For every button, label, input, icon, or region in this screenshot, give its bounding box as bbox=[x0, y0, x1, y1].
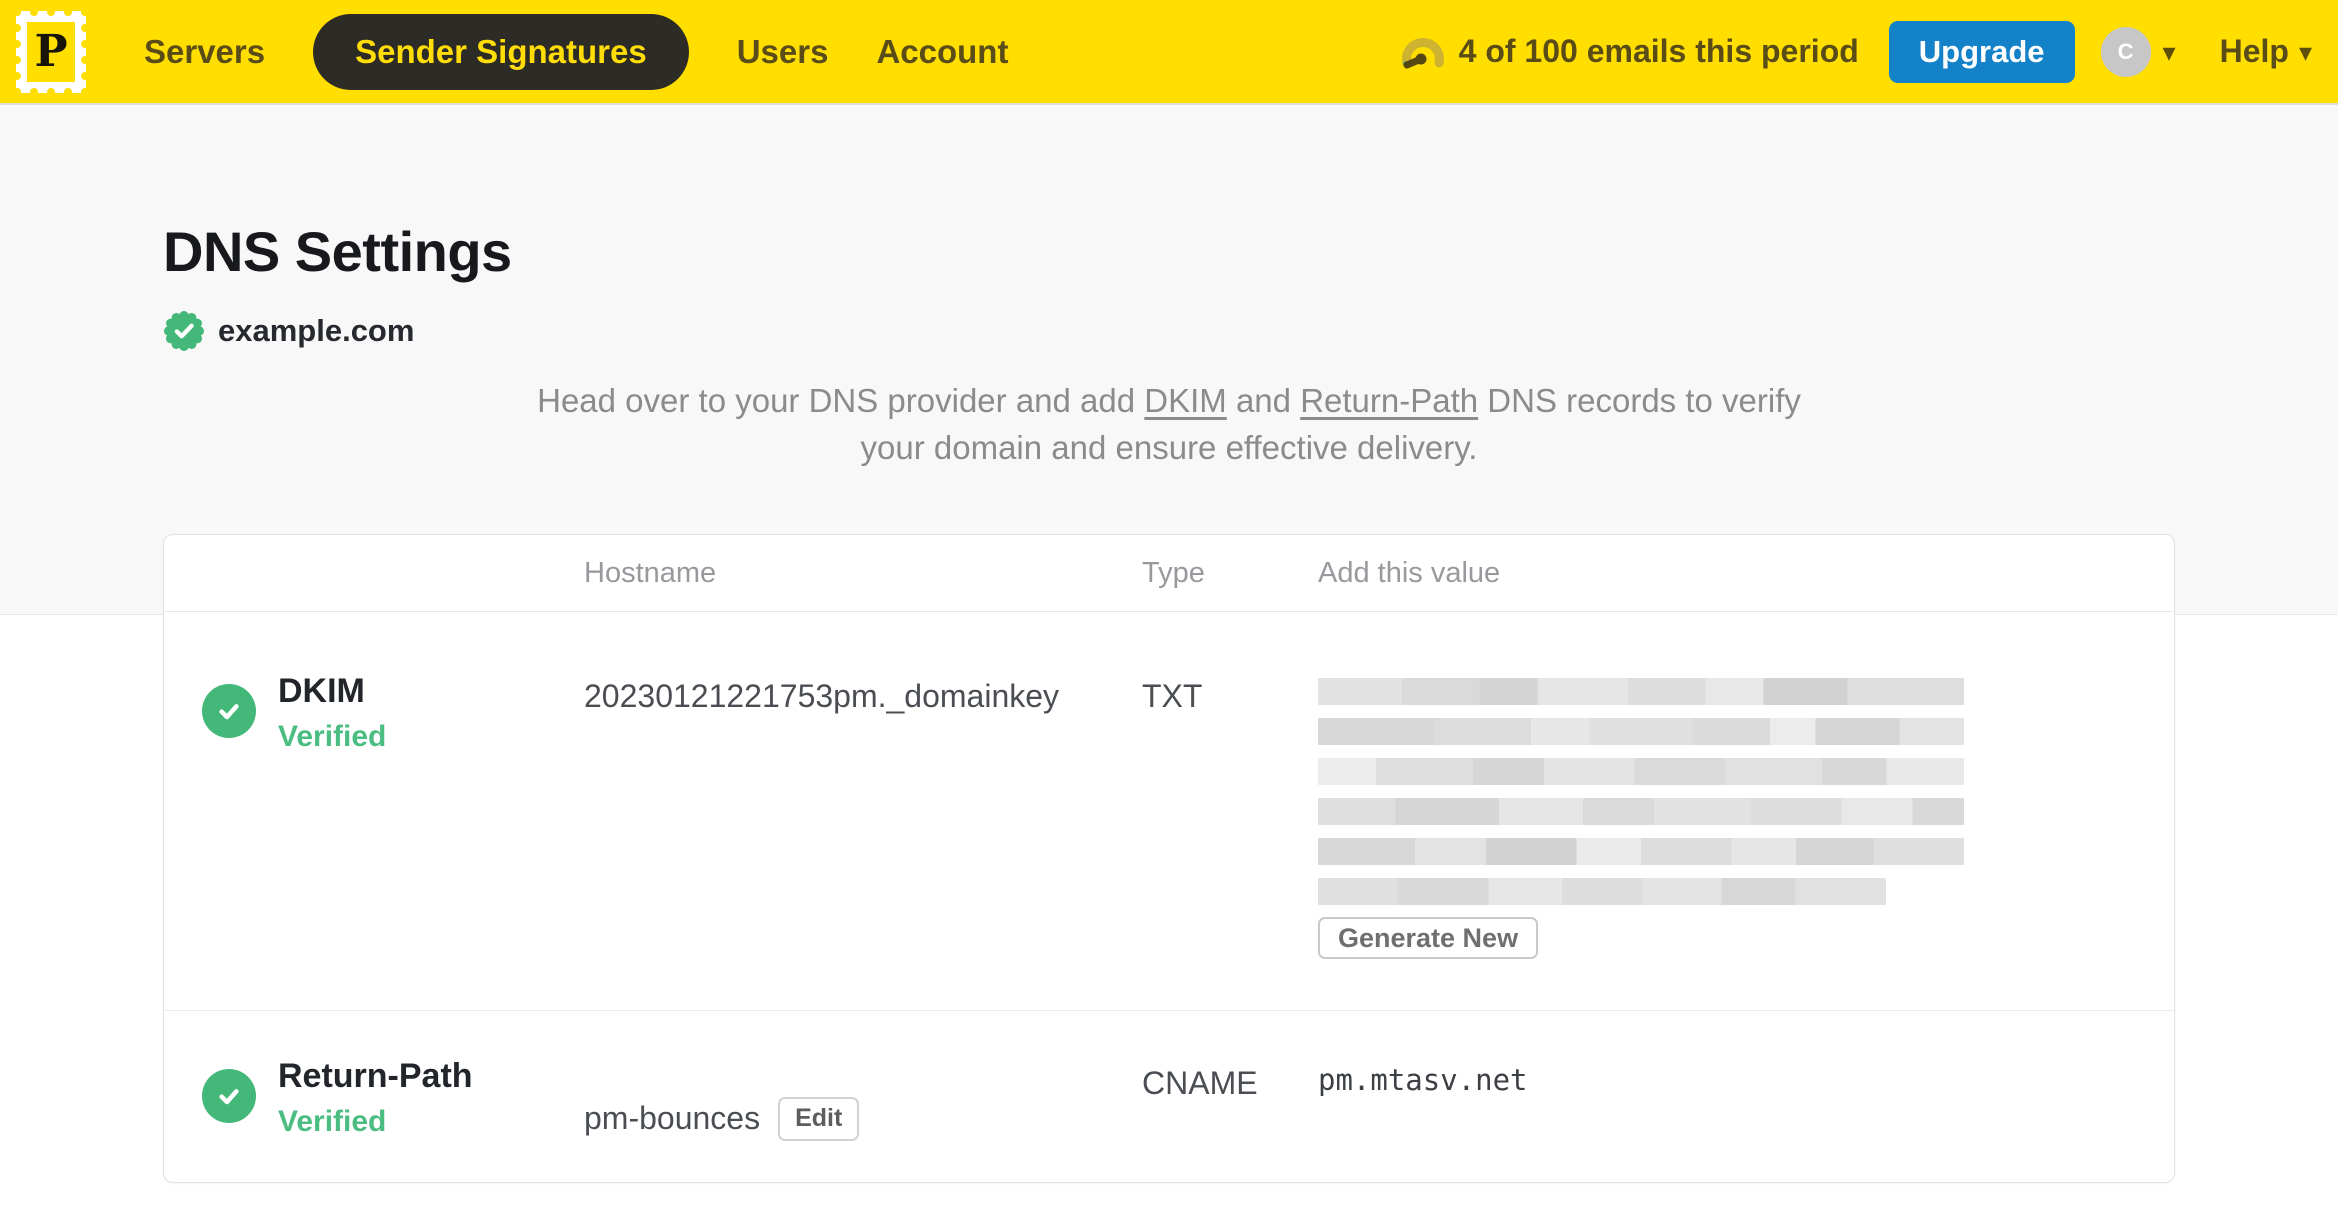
primary-nav: Servers Sender Signatures Users Account bbox=[144, 13, 1008, 90]
postmark-dns-settings-page: P Servers Sender Signatures Users Accoun… bbox=[0, 0, 2338, 1222]
redacted-bar bbox=[1318, 758, 1964, 785]
record-status: Verified bbox=[278, 1105, 387, 1138]
redacted-dkim-value bbox=[1318, 678, 1964, 905]
record-value-cell: pm.mtasv.net bbox=[1318, 1011, 2174, 1182]
nav-item-sender-signatures[interactable]: Sender Signatures bbox=[313, 13, 689, 90]
description-text-mid: and bbox=[1226, 382, 1301, 419]
col-header-hostname: Hostname bbox=[584, 556, 717, 589]
dns-records-card: Hostname Type Add this value DKIM Verifi… bbox=[163, 534, 2175, 1183]
redacted-bar bbox=[1318, 798, 1964, 825]
domain-name: example.com bbox=[218, 313, 415, 348]
return-path-link[interactable]: Return-Path bbox=[1300, 382, 1478, 419]
verified-check-icon bbox=[202, 1069, 256, 1123]
col-header-value: Add this value bbox=[1318, 556, 1501, 589]
verified-seal-icon bbox=[163, 310, 205, 352]
col-header-type: Type bbox=[1142, 556, 1205, 589]
dkim-link[interactable]: DKIM bbox=[1144, 382, 1227, 419]
redacted-bar bbox=[1318, 878, 1887, 905]
upgrade-button[interactable]: Upgrade bbox=[1888, 20, 2075, 83]
record-type: CNAME bbox=[1142, 1065, 1258, 1101]
page-title: DNS Settings bbox=[163, 220, 512, 283]
avatar[interactable]: C bbox=[2100, 26, 2151, 77]
record-value-cell: Generate New bbox=[1318, 612, 2174, 1010]
generate-new-button[interactable]: Generate New bbox=[1318, 917, 1539, 959]
table-row-dkim: DKIM Verified 20230121221753pm._domainke… bbox=[164, 612, 2174, 1011]
record-labels: Return-Path Verified bbox=[278, 1057, 473, 1139]
record-name: DKIM bbox=[278, 672, 365, 710]
chevron-down-icon: ▾ bbox=[2298, 36, 2312, 67]
record-hostname-cell: pm-bounces Edit bbox=[584, 1011, 1142, 1182]
record-value: pm.mtasv.net bbox=[1318, 1063, 1528, 1097]
usage-gauge-icon bbox=[1401, 37, 1444, 68]
usage-text: 4 of 100 emails this period bbox=[1458, 33, 1859, 69]
description-text-pre: Head over to your DNS provider and add bbox=[537, 382, 1145, 419]
redacted-bar bbox=[1318, 718, 1964, 745]
record-labels: DKIM Verified bbox=[278, 672, 386, 754]
page-description: Head over to your DNS provider and add D… bbox=[534, 378, 1804, 472]
nav-item-servers[interactable]: Servers bbox=[144, 33, 265, 71]
record-status-cell: DKIM Verified bbox=[164, 612, 584, 1010]
record-hostname: 20230121221753pm._domainkey bbox=[584, 678, 1060, 714]
redacted-bar bbox=[1318, 838, 1964, 865]
help-label: Help bbox=[2219, 33, 2289, 69]
domain-badge: example.com bbox=[163, 310, 2175, 352]
account-menu[interactable]: C ▾ bbox=[2100, 26, 2176, 77]
record-type: TXT bbox=[1142, 678, 1203, 714]
record-status: Verified bbox=[278, 720, 387, 753]
record-hostname: pm-bounces bbox=[584, 1100, 761, 1136]
postmark-logo[interactable]: P bbox=[13, 7, 89, 96]
redacted-bar bbox=[1318, 678, 1964, 705]
help-menu[interactable]: Help ▾ bbox=[2220, 33, 2312, 70]
nav-item-account[interactable]: Account bbox=[876, 33, 1008, 71]
logo-letter: P bbox=[34, 25, 68, 77]
nav-item-users[interactable]: Users bbox=[737, 33, 829, 71]
verified-check-icon bbox=[202, 684, 256, 738]
table-row-return-path: Return-Path Verified pm-bounces Edit CNA… bbox=[164, 1011, 2174, 1182]
nav-right-cluster: 4 of 100 emails this period Upgrade C ▾ … bbox=[1399, 20, 2312, 83]
top-nav: P Servers Sender Signatures Users Accoun… bbox=[0, 0, 2338, 103]
record-status-cell: Return-Path Verified bbox=[164, 1011, 584, 1182]
postmark-logo-stamp: P bbox=[27, 21, 75, 82]
avatar-initial: C bbox=[2117, 38, 2134, 64]
record-name: Return-Path bbox=[278, 1057, 473, 1095]
chevron-down-icon: ▾ bbox=[2162, 36, 2176, 67]
table-header: Hostname Type Add this value bbox=[164, 535, 2174, 612]
edit-button[interactable]: Edit bbox=[778, 1096, 860, 1141]
